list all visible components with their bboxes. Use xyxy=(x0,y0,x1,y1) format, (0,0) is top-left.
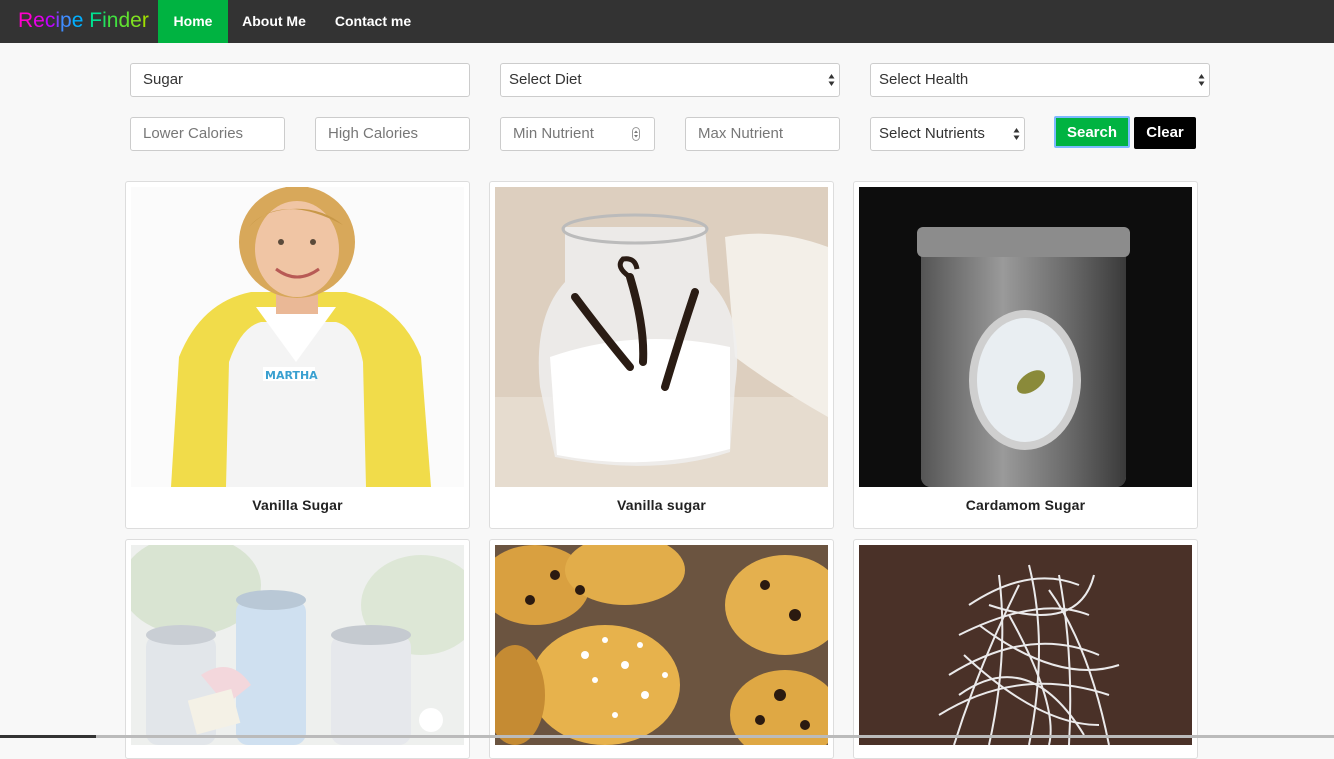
brand-letter: e xyxy=(33,9,45,32)
lower-calories-input[interactable]: Lower Calories xyxy=(130,117,285,151)
recipe-card[interactable] xyxy=(489,539,834,759)
brand-letter: F xyxy=(89,9,103,32)
nav-home[interactable]: Home xyxy=(158,0,228,43)
recipe-image[interactable] xyxy=(495,545,828,745)
brand-logo[interactable]: Recipe Finder xyxy=(18,8,149,34)
brand-letter: e xyxy=(130,9,142,32)
diet-select[interactable]: Select Diet xyxy=(500,63,840,97)
number-spinner-icon[interactable] xyxy=(632,127,640,141)
recipe-image[interactable] xyxy=(495,187,828,487)
clear-button[interactable]: Clear xyxy=(1134,117,1196,149)
nutrients-select-value: Select Nutrients xyxy=(879,125,985,142)
brand-letter: n xyxy=(106,9,119,32)
select-arrows-icon xyxy=(828,74,835,86)
recipe-image[interactable] xyxy=(859,187,1192,487)
recipe-card[interactable]: MARTHA Vanilla Sugar xyxy=(125,181,470,529)
high-calories-input[interactable]: High Calories xyxy=(315,117,470,151)
recipe-image[interactable]: MARTHA xyxy=(131,187,464,487)
top-navbar: Recipe Finder Home About Me Contact me xyxy=(0,0,1334,43)
recipe-title[interactable]: Vanilla sugar xyxy=(490,497,833,513)
nav-contact-me[interactable]: Contact me xyxy=(322,0,424,43)
max-nutrient-input[interactable]: Max Nutrient xyxy=(685,117,840,151)
brand-letter: d xyxy=(118,9,131,32)
recipe-image[interactable] xyxy=(859,545,1192,745)
recipe-image[interactable] xyxy=(131,545,464,745)
search-button[interactable]: Search xyxy=(1054,116,1130,148)
select-arrows-icon xyxy=(1013,128,1020,140)
svg-text:MARTHA: MARTHA xyxy=(265,369,318,382)
brand-letter: r xyxy=(141,9,149,32)
recipe-title[interactable]: Vanilla Sugar xyxy=(126,497,469,513)
brand-letter: p xyxy=(60,9,72,32)
min-nutrient-input[interactable]: Min Nutrient xyxy=(500,117,655,151)
recipe-card[interactable] xyxy=(125,539,470,759)
diet-select-value: Select Diet xyxy=(509,71,582,88)
recipe-card[interactable]: Vanilla sugar xyxy=(489,181,834,529)
nutrients-select[interactable]: Select Nutrients xyxy=(870,117,1025,151)
select-arrows-icon xyxy=(1198,74,1205,86)
health-select-value: Select Health xyxy=(879,71,969,88)
nav-about-me[interactable]: About Me xyxy=(230,0,318,43)
min-nutrient-placeholder: Min Nutrient xyxy=(513,125,594,142)
health-select[interactable]: Select Health xyxy=(870,63,1210,97)
brand-letter: e xyxy=(71,9,84,32)
recipe-title[interactable]: Cardamom Sugar xyxy=(854,497,1197,513)
brand-letter: R xyxy=(18,9,34,32)
recipe-card[interactable] xyxy=(853,539,1198,759)
search-input[interactable]: Sugar xyxy=(130,63,470,97)
recipe-card[interactable]: Cardamom Sugar xyxy=(853,181,1198,529)
brand-letter: c xyxy=(44,9,56,32)
